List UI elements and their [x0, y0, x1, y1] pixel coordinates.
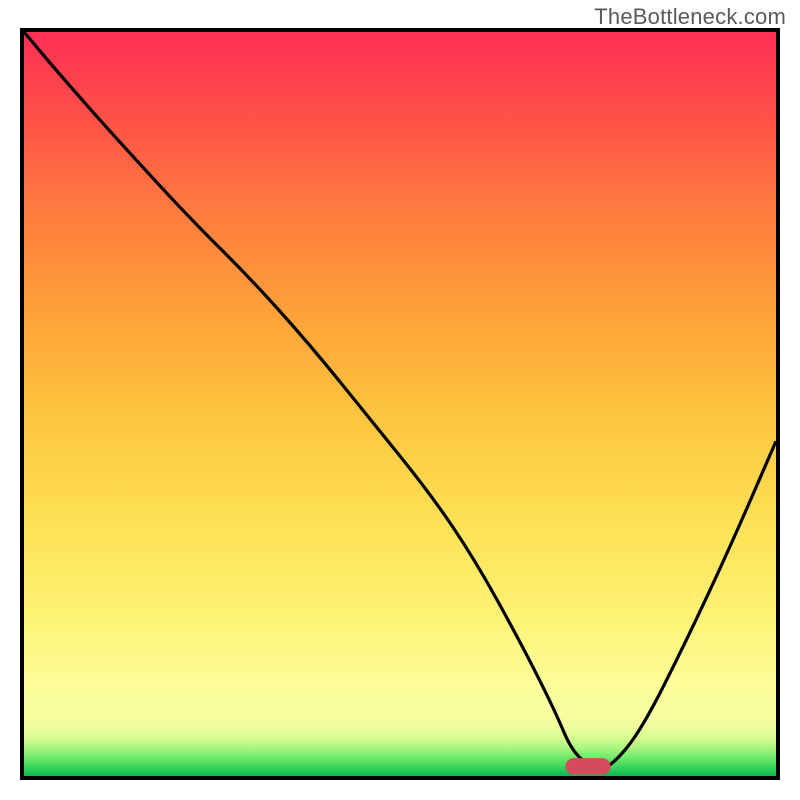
bottleneck-chart: TheBottleneck.com [0, 0, 800, 800]
bottleneck-curve [24, 32, 776, 768]
plot-area [20, 28, 780, 780]
watermark-label: TheBottleneck.com [594, 4, 786, 30]
optimal-range-pill [565, 758, 610, 774]
curve-layer [24, 32, 776, 776]
